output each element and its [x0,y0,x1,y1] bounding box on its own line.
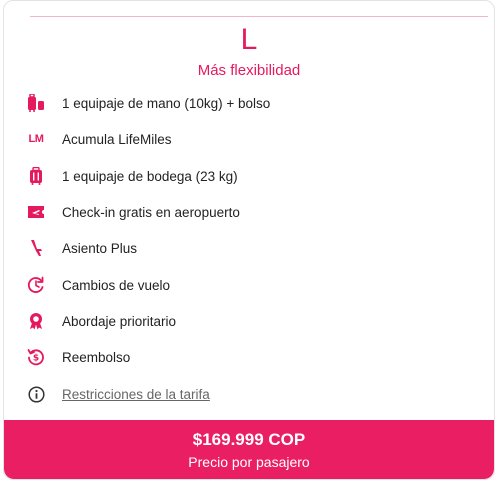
select-fare-button[interactable]: $169.999 COP Precio por pasajero [4,420,494,479]
fare-title: L [240,23,258,56]
refund-icon: $ [26,347,46,367]
benefit-checked-bag: 1 equipaje de bodega (23 kg) [4,158,494,194]
luggage-icon [26,93,46,113]
benefit-refund: $ Reembolso [4,339,494,375]
benefit-checkin: Check-in gratis en aeropuerto [4,194,494,230]
benefit-label: 1 equipaje de mano (10kg) + bolso [62,95,271,111]
fare-card[interactable]: L Más flexibilidad 1 equipaje de mano (1… [3,0,495,480]
benefit-priority-boarding: Abordaje prioritario [4,303,494,339]
priority-boarding-icon [26,311,46,331]
info-icon[interactable] [26,384,46,404]
benefit-label: Acumula LifeMiles [62,131,172,147]
benefit-label: Abordaje prioritario [62,313,177,329]
benefit-label: 1 equipaje de bodega (23 kg) [62,168,238,184]
price-note: Precio por pasajero [188,454,310,470]
benefit-label: Check-in gratis en aeropuerto [62,204,240,220]
benefit-label: Asiento Plus [62,240,138,256]
benefit-changes: Cambios de vuelo [4,267,494,303]
price-amount: $169.999 COP [192,430,306,449]
benefit-label: Cambios de vuelo [62,277,171,293]
fare-restrictions-link[interactable]: Restricciones de la tarifa [62,387,210,402]
flight-change-icon [26,275,46,295]
benefit-seat: Asiento Plus [4,230,494,266]
fare-restrictions-row[interactable]: Restricciones de la tarifa [4,376,494,412]
benefit-label: Reembolso [62,349,131,365]
boarding-pass-icon [26,202,46,222]
seat-icon [26,238,46,258]
benefit-carry-on: 1 equipaje de mano (10kg) + bolso [4,85,494,121]
suitcase-icon [26,166,46,186]
fare-subtitle: Más flexibilidad [197,62,301,79]
top-divider [30,16,488,17]
lifemiles-icon: LM [28,133,44,145]
benefit-lifemiles: LM Acumula LifeMiles [4,121,494,157]
svg-text:$: $ [33,354,39,364]
